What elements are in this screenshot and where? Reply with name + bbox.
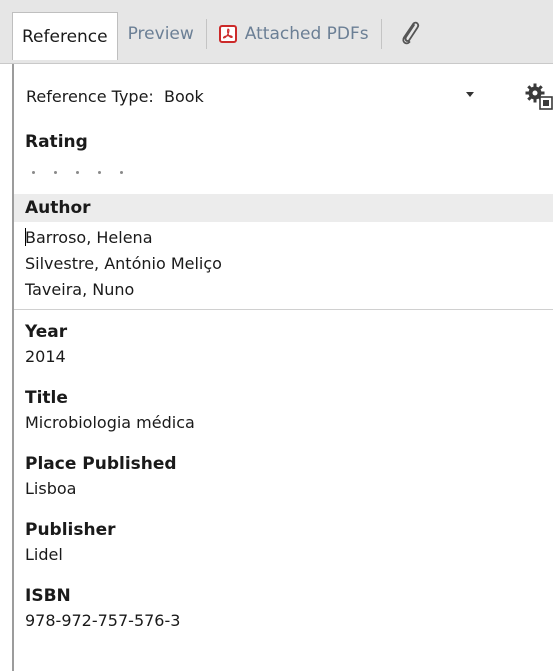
tab-attached-pdfs[interactable]: Attached PDFs: [209, 12, 379, 56]
tab-strip: Reference Preview Attached PDFs: [0, 0, 553, 64]
title-field: Title Microbiologia médica: [14, 386, 553, 436]
publisher-label: Publisher: [25, 520, 116, 540]
rating-stars[interactable]: [32, 164, 142, 180]
isbn-input[interactable]: 978-972-757-576-3: [14, 608, 553, 634]
isbn-field: ISBN 978-972-757-576-3: [14, 584, 553, 634]
author-input[interactable]: Barroso, Helena Silvestre, António Meliç…: [14, 222, 553, 310]
year-label: Year: [25, 322, 68, 342]
pdf-icon: [218, 25, 237, 43]
reference-type-row: Reference Type: Book: [14, 80, 553, 112]
author-label: Author: [14, 194, 553, 222]
author-line[interactable]: Silvestre, António Meliço: [14, 251, 553, 277]
place-published-label: Place Published: [25, 454, 177, 474]
author-line[interactable]: Taveira, Nuno: [14, 277, 553, 303]
title-label: Title: [25, 388, 68, 408]
publisher-field: Publisher Lidel: [14, 518, 553, 568]
title-input[interactable]: Microbiologia médica: [14, 410, 553, 436]
author-line[interactable]: Barroso, Helena: [14, 225, 553, 251]
tab-reference[interactable]: Reference: [12, 12, 118, 60]
rating-label: Rating: [25, 132, 88, 152]
tab-preview-label: Preview: [127, 24, 194, 44]
reference-type-select[interactable]: Reference Type: Book: [26, 87, 204, 106]
tab-attachments[interactable]: [384, 12, 436, 56]
rating-star-2[interactable]: [54, 164, 76, 180]
year-input[interactable]: 2014: [14, 344, 553, 370]
reference-panel: Reference Type: Book Rating Author Barro…: [12, 64, 553, 671]
isbn-label: ISBN: [25, 586, 71, 606]
tab-preview[interactable]: Preview: [118, 12, 204, 56]
place-published-input[interactable]: Lisboa: [14, 476, 553, 502]
rating-star-3[interactable]: [76, 164, 98, 180]
place-published-field: Place Published Lisboa: [14, 452, 553, 502]
rating-star-4[interactable]: [98, 164, 120, 180]
rating-star-1[interactable]: [32, 164, 54, 180]
paperclip-icon: [398, 18, 422, 51]
rating-star-5[interactable]: [120, 164, 142, 180]
tab-divider: [205, 19, 207, 49]
chevron-down-icon[interactable]: [466, 92, 474, 97]
tab-list: Reference Preview Attached PDFs: [12, 12, 436, 60]
author-name: Taveira, Nuno: [25, 280, 135, 299]
author-field: Author Barroso, Helena Silvestre, Antóni…: [14, 194, 553, 310]
rating-field: Rating: [14, 130, 553, 154]
author-name: Silvestre, António Meliço: [25, 254, 222, 273]
author-name: Barroso, Helena: [25, 228, 153, 247]
tab-reference-label: Reference: [22, 26, 108, 47]
tab-attached-pdfs-label: Attached PDFs: [244, 24, 369, 44]
tab-divider: [380, 19, 382, 49]
publisher-input[interactable]: Lidel: [14, 542, 553, 568]
gear-icon[interactable]: [524, 82, 553, 112]
year-field: Year 2014: [14, 320, 553, 370]
